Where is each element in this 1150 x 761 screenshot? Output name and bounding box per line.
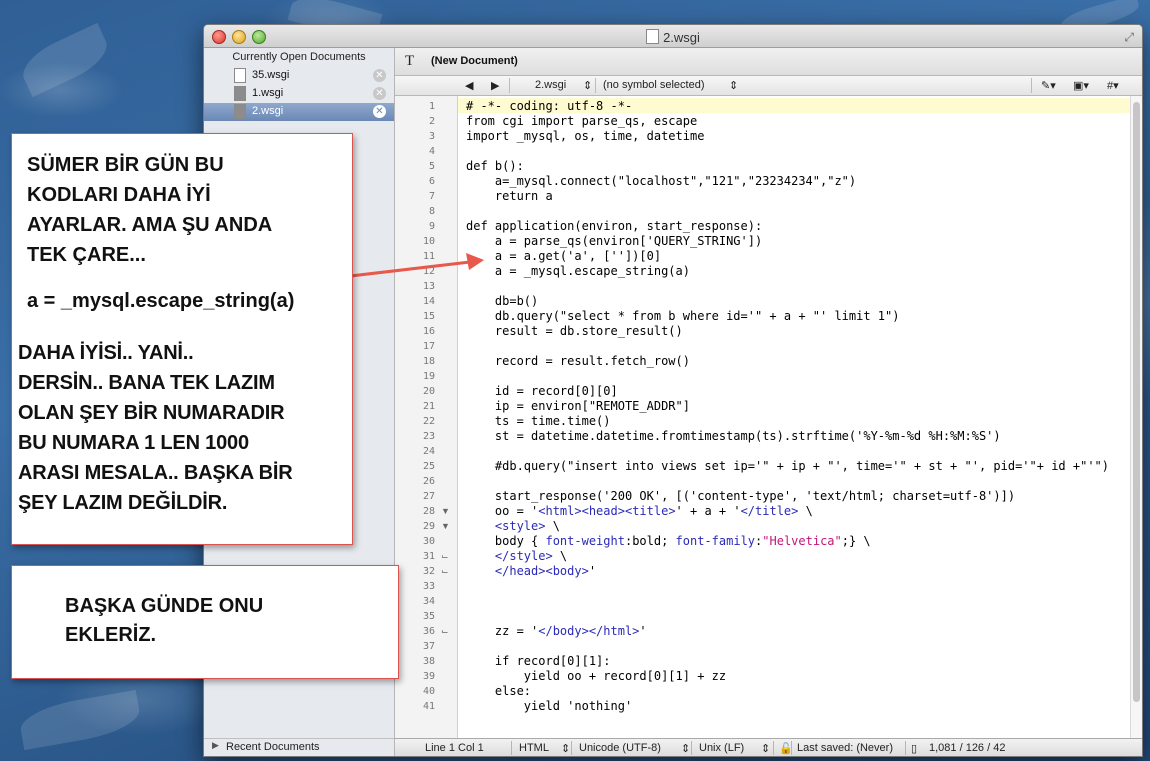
note-secondary-text: BAŞKA GÜNDE ONU EKLERİZ. bbox=[65, 595, 264, 646]
annotation-note-main: SÜMER BİR GÜN BU KODLARI DAHA İYİ AYARLA… bbox=[11, 133, 353, 545]
note-paragraph-2: DAHA İYİSİ.. YANİ.. DERSİN.. BANA TEK LA… bbox=[18, 342, 293, 514]
note-paragraph-1: SÜMER BİR GÜN BU KODLARI DAHA İYİ AYARLA… bbox=[27, 154, 273, 266]
annotation-note-secondary: BAŞKA GÜNDE ONU EKLERİZ. bbox=[11, 565, 399, 679]
note-code-line: a = _mysql.escape_string(a) bbox=[27, 290, 295, 312]
